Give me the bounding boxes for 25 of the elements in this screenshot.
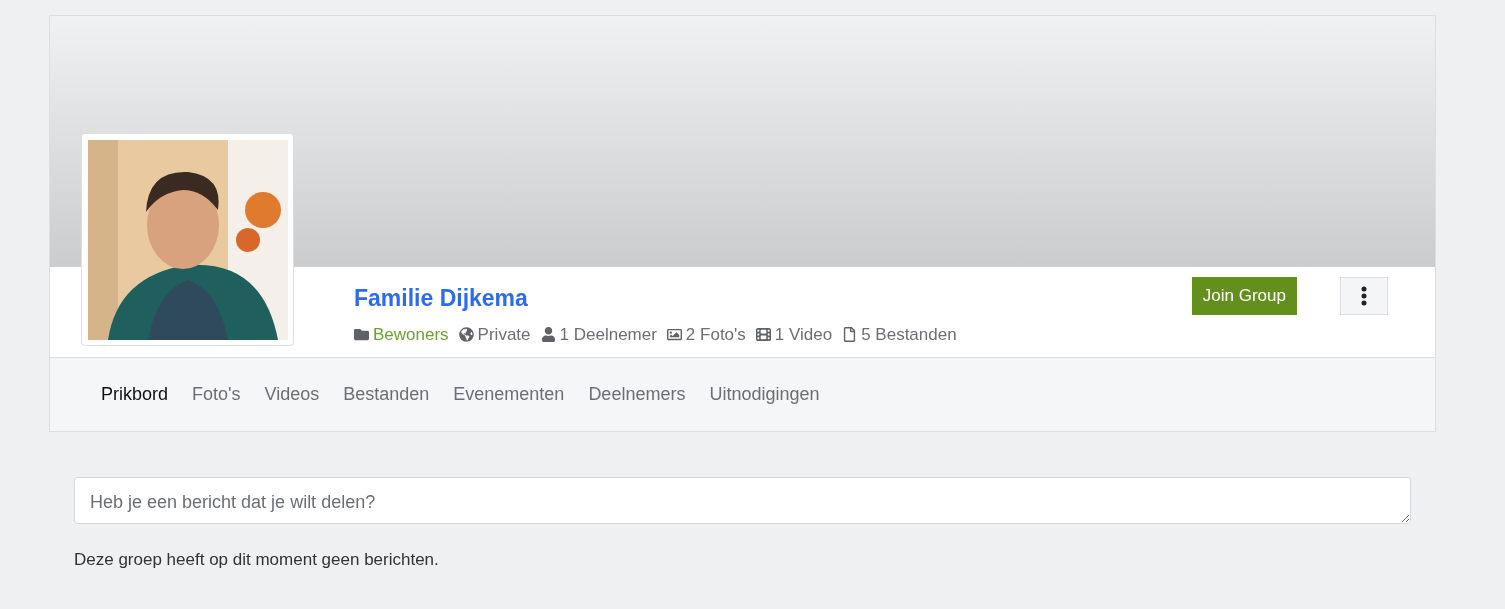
group-title[interactable]: Familie Dijkema bbox=[354, 284, 957, 312]
more-vertical-icon bbox=[1361, 286, 1367, 306]
user-icon bbox=[540, 327, 556, 343]
meta-text: Private bbox=[477, 324, 531, 346]
folder-icon bbox=[354, 327, 369, 343]
empty-message: Deze groep heeft op dit moment geen berichten. bbox=[74, 549, 440, 571]
tab[interactable]: Uitnodigingen bbox=[697, 381, 832, 408]
meta-text: 2 Foto's bbox=[685, 324, 746, 346]
globe-icon bbox=[458, 327, 474, 343]
tab[interactable]: Foto's bbox=[180, 381, 253, 408]
more-options-button[interactable] bbox=[1340, 277, 1388, 315]
tab[interactable]: Prikbord bbox=[89, 381, 181, 408]
film-icon bbox=[755, 327, 771, 343]
tab[interactable]: Bestanden bbox=[331, 381, 442, 408]
tab[interactable]: Videos bbox=[252, 381, 332, 408]
join-group-button[interactable]: Join Group bbox=[1191, 277, 1297, 315]
meta-text: 1 Video bbox=[774, 324, 833, 346]
tab[interactable]: Evenementen bbox=[441, 381, 577, 408]
meta-text: 1 Deelnemer bbox=[559, 324, 657, 346]
tab[interactable]: Deelnemers bbox=[576, 381, 698, 408]
post-field[interactable]: Heb je een bericht dat je wilt delen? bbox=[74, 477, 1411, 524]
meta-text: 5 Bestanden bbox=[861, 324, 957, 346]
image-icon bbox=[666, 327, 682, 343]
category-link[interactable]: Bewoners bbox=[373, 322, 449, 348]
file-icon bbox=[842, 327, 858, 343]
